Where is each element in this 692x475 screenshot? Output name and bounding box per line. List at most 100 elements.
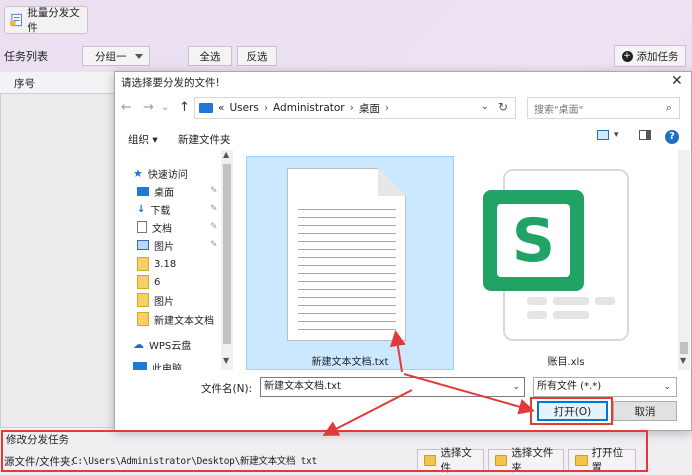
xls-bar bbox=[527, 311, 547, 319]
cloud-icon: ☁ bbox=[133, 337, 144, 351]
cancel-button[interactable]: 取消 bbox=[613, 401, 677, 421]
batch-distribute-label: 批量分发文件 bbox=[27, 7, 80, 34]
chevron-down-icon[interactable]: ⌄ bbox=[512, 378, 520, 396]
text-line bbox=[298, 249, 396, 250]
pin-icon: ✎ bbox=[210, 240, 218, 250]
nav-item-this-pc[interactable]: 此电脑 bbox=[133, 358, 182, 370]
text-line bbox=[298, 289, 396, 290]
add-task-button[interactable]: + 添加任务 bbox=[614, 45, 686, 67]
task-list-panel bbox=[0, 72, 118, 428]
pin-icon: ✎ bbox=[210, 204, 218, 214]
scroll-down-icon[interactable]: ▼ bbox=[680, 356, 686, 365]
nav-item-folder-new-text[interactable]: 新建文本文档 bbox=[137, 310, 214, 328]
close-icon[interactable]: ✕ bbox=[671, 73, 683, 89]
nav-item-folder-6[interactable]: 6 bbox=[137, 273, 160, 291]
nav-item-label: 文档 bbox=[152, 223, 172, 235]
scroll-up-icon[interactable]: ▲ bbox=[223, 150, 229, 159]
invert-select-button[interactable]: 反选 bbox=[237, 46, 277, 66]
filetype-value: 所有文件 (*.*) bbox=[537, 381, 602, 392]
text-line bbox=[298, 313, 396, 314]
add-task-label: 添加任务 bbox=[636, 50, 679, 63]
nav-item-label: 此电脑 bbox=[152, 364, 182, 370]
breadcrumb-administrator[interactable]: Administrator bbox=[273, 102, 345, 114]
batch-distribute-button[interactable]: 批量分发文件 bbox=[4, 6, 88, 34]
spreadsheet-s-icon: S bbox=[497, 204, 570, 277]
scroll-thumb[interactable] bbox=[223, 164, 231, 344]
help-icon[interactable]: ? bbox=[665, 130, 679, 144]
file-scrollbar[interactable]: ▼ bbox=[678, 150, 690, 370]
nav-item-label: 图片 bbox=[154, 241, 174, 253]
chevron-right-icon: › bbox=[263, 102, 269, 114]
page-corner bbox=[378, 168, 406, 196]
plus-icon: + bbox=[621, 50, 633, 62]
chevron-down-icon[interactable]: ⌄ bbox=[481, 101, 489, 112]
up-arrow-icon[interactable]: ↑ bbox=[179, 100, 190, 115]
group-select[interactable]: 分组一 bbox=[82, 46, 150, 66]
nav-item-quick-access[interactable]: ★ 快速访问 bbox=[133, 164, 188, 182]
nav-item-label: 图片 bbox=[154, 296, 174, 308]
file-name-txt: 新建文本文档.txt bbox=[311, 357, 389, 368]
filename-input[interactable]: 新建文本文档.txt ⌄ bbox=[260, 377, 525, 397]
filetype-select[interactable]: 所有文件 (*.*) ⌄ bbox=[533, 377, 677, 397]
column-index-header: 序号 bbox=[14, 78, 35, 90]
folder-icon bbox=[137, 312, 149, 326]
group-select-value: 分组一 bbox=[95, 50, 127, 63]
chevron-down-icon: ⌄ bbox=[663, 382, 671, 392]
chevron-down-icon bbox=[135, 53, 143, 59]
filename-value: 新建文本文档.txt bbox=[264, 381, 341, 392]
nav-item-pictures[interactable]: 图片 bbox=[137, 236, 174, 254]
nav-item-documents[interactable]: 文档 bbox=[137, 218, 172, 236]
nav-item-label: WPS云盘 bbox=[149, 340, 192, 352]
text-line bbox=[298, 209, 396, 210]
nav-item-desktop[interactable]: 桌面 bbox=[137, 182, 174, 200]
nav-item-label: 快速访问 bbox=[147, 169, 188, 181]
address-bar[interactable]: « Users › Administrator › 桌面 › ⌄ ↻ bbox=[194, 97, 516, 119]
breadcrumb-desktop[interactable]: 桌面 bbox=[359, 101, 380, 116]
text-line bbox=[298, 257, 396, 258]
view-icon[interactable] bbox=[597, 130, 609, 140]
scroll-down-icon[interactable]: ▼ bbox=[223, 356, 229, 365]
nav-item-folder-318[interactable]: 3.18 bbox=[137, 255, 176, 273]
nav-scrollbar[interactable]: ▲ ▼ bbox=[221, 150, 233, 370]
nav-item-folder-pictures[interactable]: 图片 bbox=[137, 291, 174, 309]
annotation-box-open bbox=[530, 397, 613, 425]
folder-icon bbox=[137, 257, 149, 271]
search-icon: ⌕ bbox=[665, 101, 672, 114]
text-line bbox=[298, 321, 396, 322]
chevron-right-icon: › bbox=[349, 102, 354, 114]
organize-menu[interactable]: 组织 ▾ bbox=[128, 132, 158, 147]
breadcrumb-users[interactable]: Users bbox=[229, 102, 258, 114]
navigation-pane: ★ 快速访问 桌面 ✎ ↓ 下载 ✎ 文档 ✎ 图片 ✎ 3.18 6 图片 新… bbox=[115, 150, 233, 370]
chevron-down-icon[interactable]: ⌄ bbox=[161, 102, 169, 113]
xls-bar bbox=[553, 311, 589, 319]
search-input[interactable]: 搜索"桌面" ⌕ bbox=[527, 97, 680, 119]
text-line bbox=[298, 241, 396, 242]
select-all-button[interactable]: 全选 bbox=[188, 46, 232, 66]
scroll-thumb[interactable] bbox=[680, 342, 688, 354]
folder-icon bbox=[137, 293, 149, 307]
spreadsheet-badge-icon: S bbox=[483, 190, 584, 291]
back-arrow-icon[interactable]: ← bbox=[121, 100, 132, 115]
pin-icon: ✎ bbox=[210, 222, 218, 232]
new-folder-button[interactable]: 新建文件夹 bbox=[178, 132, 231, 147]
folder-icon bbox=[137, 275, 149, 289]
nav-item-downloads[interactable]: ↓ 下载 bbox=[137, 200, 170, 218]
nav-item-wps-cloud[interactable]: ☁ WPS云盘 bbox=[133, 335, 191, 353]
refresh-icon[interactable]: ↻ bbox=[498, 100, 508, 114]
text-line bbox=[298, 297, 396, 298]
dialog-title: 请选择要分发的文件! bbox=[121, 77, 220, 89]
chevron-down-icon[interactable]: ▾ bbox=[614, 130, 619, 140]
preview-pane-icon[interactable] bbox=[639, 130, 651, 140]
filename-label: 文件名(N): bbox=[201, 383, 253, 395]
text-line bbox=[298, 329, 396, 330]
forward-arrow-icon[interactable]: → bbox=[143, 100, 154, 115]
text-line bbox=[298, 233, 396, 234]
file-name-xls: 账目.xls bbox=[547, 357, 585, 368]
picture-icon bbox=[137, 240, 149, 250]
nav-item-label: 6 bbox=[154, 276, 161, 288]
text-line bbox=[298, 265, 396, 266]
search-placeholder: 搜索"桌面" bbox=[534, 104, 584, 116]
text-line bbox=[298, 217, 396, 218]
xls-bar bbox=[527, 297, 547, 305]
xls-bar bbox=[595, 297, 615, 305]
